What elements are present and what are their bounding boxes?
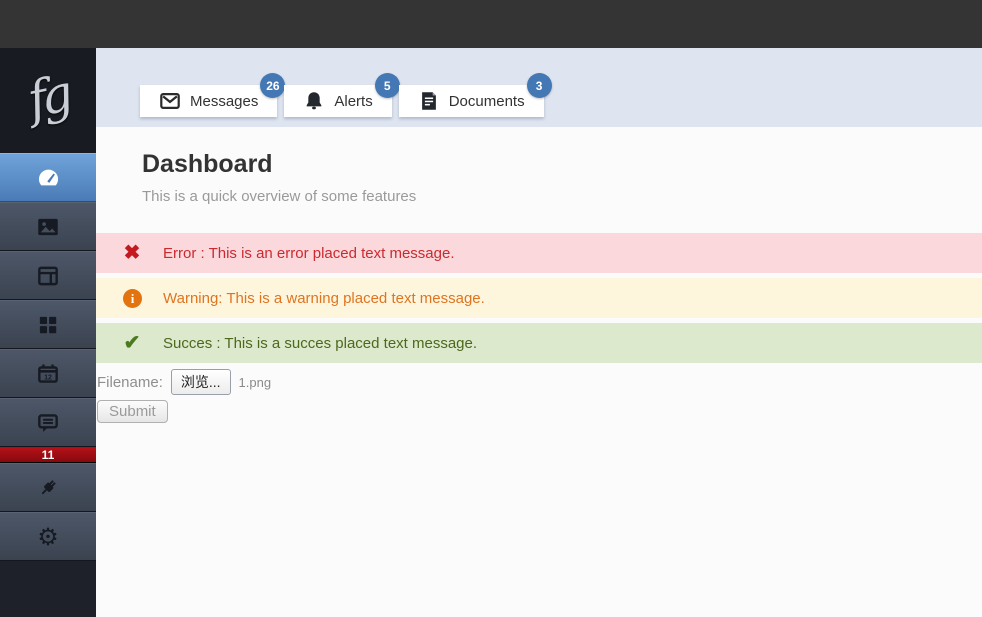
app-logo[interactable]: fg [0, 48, 96, 153]
alert-list: ✖ Error : This is an error placed text m… [96, 233, 982, 368]
tab-bar: Messages 26 Alerts 5 Documents 3 [140, 73, 552, 117]
alert-warning-text: Warning: This is a warning placed text m… [163, 289, 485, 307]
messages-count-badge: 26 [260, 73, 286, 98]
documents-count-badge: 3 [526, 73, 552, 98]
alert-error: ✖ Error : This is an error placed text m… [96, 233, 982, 273]
error-x-icon: ✖ [123, 242, 141, 264]
comment-icon [38, 413, 58, 432]
logo-text: fg [22, 64, 73, 129]
sidebar-item-plugins[interactable] [0, 463, 96, 512]
document-icon [421, 92, 436, 110]
tab-messages[interactable]: Messages 26 [140, 73, 286, 117]
image-icon [38, 218, 58, 235]
app-window: fg 12 11 ⚙ Messages 26 Alerts 5 Document… [0, 0, 982, 617]
layout-icon [38, 266, 58, 285]
page-title: Dashboard [142, 150, 273, 178]
sidebar-notification-badge[interactable]: 11 [0, 447, 96, 463]
top-bar [0, 0, 982, 48]
tab-alerts-label: Alerts [334, 92, 373, 110]
selected-file-name: 1.png [238, 374, 272, 390]
tab-alerts[interactable]: Alerts 5 [284, 73, 400, 117]
alert-warning: i Warning: This is a warning placed text… [96, 278, 982, 318]
sidebar-item-images[interactable] [0, 202, 96, 251]
sidebar-item-calendar[interactable]: 12 [0, 349, 96, 398]
page-subtitle: This is a quick overview of some feature… [142, 188, 417, 205]
gauge-icon [38, 169, 58, 186]
submit-button[interactable]: Submit [97, 400, 168, 423]
page-header: Dashboard This is a quick overview of so… [142, 150, 416, 205]
sidebar: fg 12 11 ⚙ [0, 48, 96, 617]
envelope-icon [160, 93, 180, 109]
tab-documents-label: Documents [448, 92, 525, 110]
calendar-icon: 12 [38, 363, 58, 383]
gear-icon: ⚙ [37, 522, 59, 551]
alerts-count-badge: 5 [374, 73, 400, 98]
success-check-icon: ✔ [123, 332, 141, 354]
sidebar-item-comments[interactable] [0, 398, 96, 447]
plug-icon [41, 479, 56, 494]
browse-button[interactable]: 浏览... [170, 369, 231, 395]
sidebar-item-modules[interactable] [0, 300, 96, 349]
filename-label: Filename: [97, 373, 163, 391]
alert-error-text: Error : This is an error placed text mes… [163, 244, 455, 262]
file-input-row: Filename: 浏览... 1.png [97, 369, 271, 395]
alert-success-text: Succes : This is a succes placed text me… [163, 334, 478, 352]
tab-documents[interactable]: Documents 3 [398, 73, 552, 117]
sidebar-item-settings[interactable]: ⚙ [0, 512, 96, 561]
sidebar-item-dashboard[interactable] [0, 153, 96, 202]
bell-icon [307, 92, 322, 110]
sidebar-item-layout[interactable] [0, 251, 96, 300]
calendar-day-number: 12 [44, 374, 52, 381]
grid-icon [39, 316, 57, 333]
alert-success: ✔ Succes : This is a succes placed text … [96, 323, 982, 363]
tab-messages-label: Messages [190, 92, 259, 110]
warning-info-icon: i [121, 288, 143, 308]
upload-form: Filename: 浏览... 1.png Submit [97, 369, 271, 423]
sidebar-nav: 12 11 ⚙ [0, 153, 96, 561]
